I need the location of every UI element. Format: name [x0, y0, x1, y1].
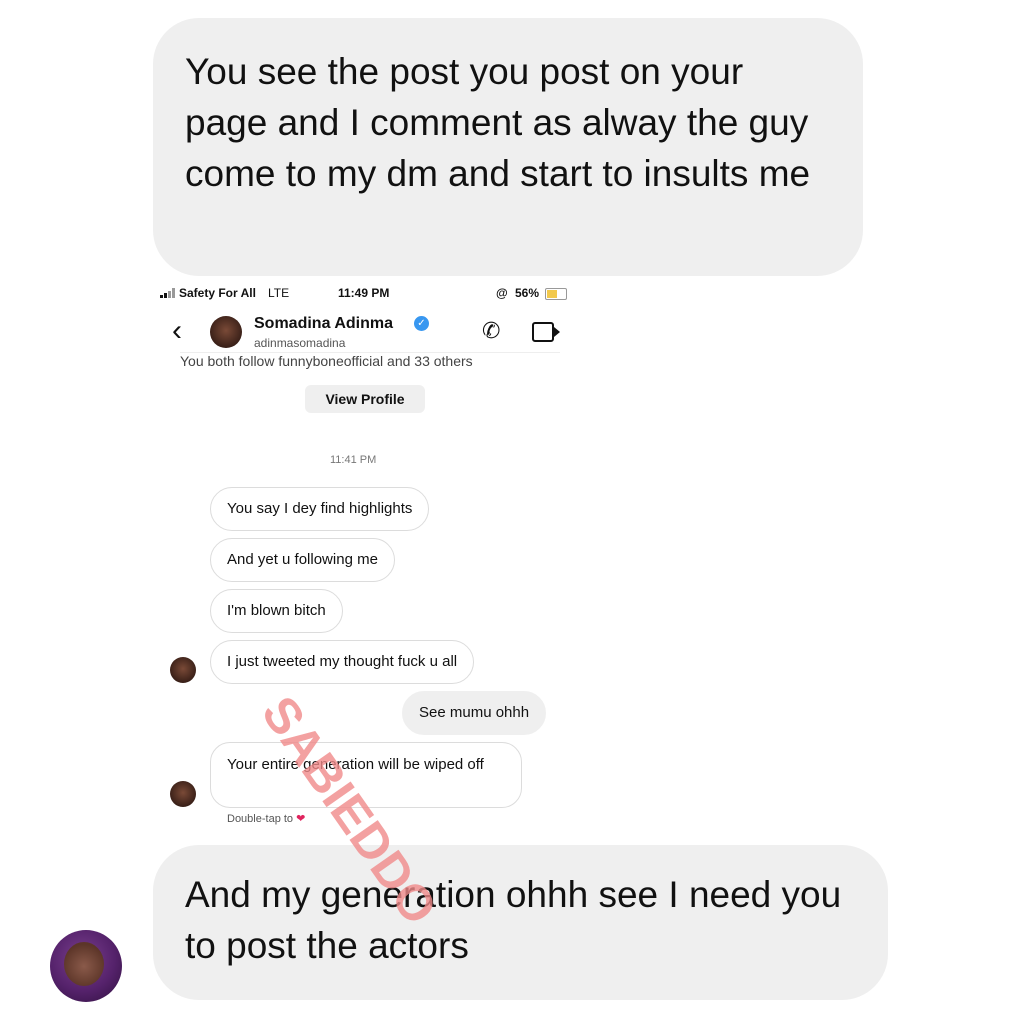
message-bubble[interactable]: I just tweeted my thought fuck u all: [210, 640, 475, 684]
location-icon: @: [496, 286, 508, 300]
contact-name[interactable]: Somadina Adinma: [254, 315, 393, 333]
mutual-follow-text: You both follow funnyboneofficial and 33…: [180, 352, 560, 369]
message-bubble[interactable]: Your entire generation will be wiped off: [210, 742, 522, 808]
sent-message-bubble[interactable]: See mumu ohhh: [402, 691, 547, 735]
battery-percent: 56%: [515, 286, 540, 300]
avatar: [170, 657, 196, 683]
network-label: LTE: [268, 286, 290, 300]
message-bubble[interactable]: You say I dey find highlights: [210, 487, 430, 531]
heart-icon: ❤: [296, 813, 306, 825]
contact-username: adinmasomadina: [254, 336, 346, 350]
battery-icon: [545, 288, 567, 300]
view-profile-button[interactable]: View Profile: [305, 385, 425, 413]
video-camera-icon[interactable]: [532, 322, 560, 342]
clock: 11:49 PM: [338, 286, 390, 300]
avatar[interactable]: [210, 316, 242, 348]
message-bubble[interactable]: And yet u following me: [210, 538, 395, 582]
signal-icon: [160, 288, 176, 298]
phone-icon[interactable]: ✆: [482, 318, 500, 344]
chevron-left-icon[interactable]: ‹: [172, 314, 182, 348]
message-bubble[interactable]: I'm blown bitch: [210, 589, 343, 633]
double-tap-hint: Double-tap to ❤: [227, 812, 305, 825]
double-tap-label: Double-tap to: [227, 813, 294, 825]
status-bar: Safety For All LTE 11:49 PM @ 56%: [160, 284, 580, 304]
avatar: [50, 930, 122, 1002]
caption-bubble-bottom: And my generation ohhh see I need you to…: [153, 845, 888, 1000]
avatar: [170, 781, 196, 807]
carrier-label: Safety For All: [179, 286, 256, 300]
caption-bubble-top: You see the post you post on your page a…: [153, 18, 863, 276]
verified-badge-icon: ✓: [414, 316, 429, 331]
message-timestamp: 11:41 PM: [330, 454, 377, 466]
